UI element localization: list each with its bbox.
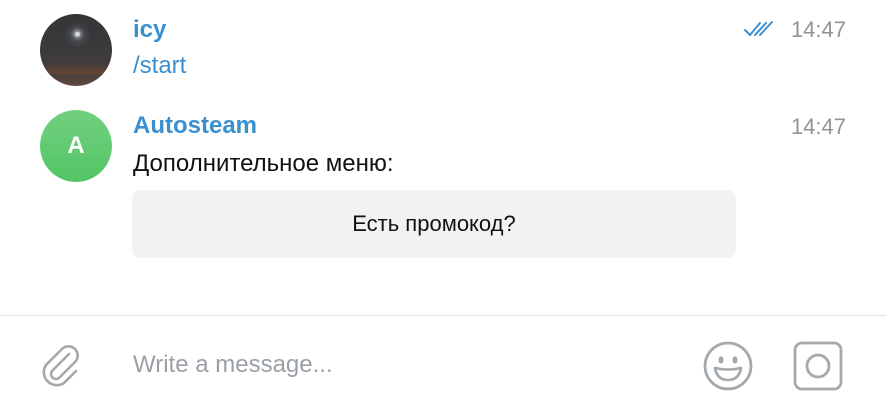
paperclip-icon <box>42 345 79 387</box>
message-autosteam: A Autosteam Дополнительное меню: 14:47 Е… <box>0 100 886 270</box>
message-time: 14:47 <box>790 114 846 139</box>
inline-keyboard-button-promo[interactable]: Есть промокод? <box>132 190 736 258</box>
avatar[interactable]: A <box>40 110 112 182</box>
attach-button[interactable] <box>36 340 84 388</box>
emoji-icon <box>703 341 753 391</box>
message-text[interactable]: /start <box>133 52 186 80</box>
emoji-button[interactable] <box>702 340 754 392</box>
double-check-icon <box>744 21 773 36</box>
message-text: Дополнительное меню: <box>133 150 394 177</box>
sender-name[interactable]: icy <box>133 16 166 44</box>
chat-window: icy /start 14:47 A Autosteam Дополнитель… <box>0 0 886 410</box>
message-icy: icy /start 14:47 <box>0 0 886 100</box>
message-time: 14:47 <box>790 17 846 42</box>
camera-button[interactable] <box>792 340 844 392</box>
sender-name[interactable]: Autosteam <box>133 112 257 140</box>
message-input[interactable] <box>133 350 673 380</box>
message-composer <box>0 316 886 410</box>
camera-icon <box>793 341 843 391</box>
avatar-photo-detail <box>40 64 112 74</box>
avatar[interactable] <box>40 14 112 86</box>
